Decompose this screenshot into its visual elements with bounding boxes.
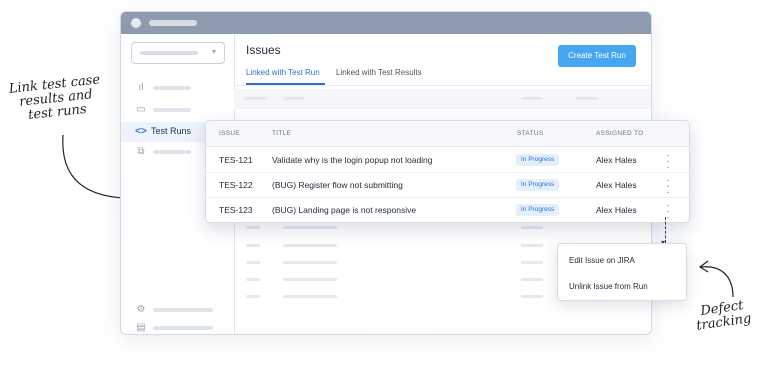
placeholder-line [246, 295, 260, 298]
sidebar-item-placeholder [153, 326, 213, 330]
issue-id[interactable]: TES-122 [219, 180, 253, 190]
project-select[interactable]: ▾ [131, 42, 225, 64]
row-action-menu: Edit Issue on JIRA Unlink Issue from Run [557, 243, 687, 301]
issue-title[interactable]: Validate why is the login popup not load… [272, 155, 433, 165]
title-bar [121, 12, 651, 34]
select-placeholder [140, 51, 198, 55]
menu-item-unlink-issue[interactable]: Unlink Issue from Run [569, 282, 648, 291]
placeholder-line [283, 278, 337, 281]
assignee: Alex Hales [596, 155, 637, 165]
gear-icon: ⚙ [136, 304, 146, 315]
table-row[interactable]: TES-122 (BUG) Register flow not submitti… [206, 173, 689, 198]
annotation-arrow-right [698, 260, 734, 298]
create-test-run-button[interactable]: Create Test Run [558, 45, 636, 67]
placeholder-line [283, 97, 305, 100]
placeholder-line [246, 244, 260, 247]
column-header-assigned-to[interactable]: ASSIGNED TO [596, 130, 644, 137]
bar-chart-icon: ıl [138, 82, 144, 93]
sidebar-item-settings[interactable]: ⚙ [121, 300, 234, 320]
folder-icon: ▭ [136, 104, 146, 115]
sidebar-item-label: Test Runs [151, 126, 192, 136]
sidebar-item-placeholder [153, 108, 191, 112]
placeholder-line [246, 226, 260, 229]
clipboard-icon: ▤ [136, 322, 146, 333]
table-row[interactable]: TES-121 Validate why is the login popup … [206, 148, 689, 173]
table-header: ISSUE TITLE STATUS ASSIGNED TO [206, 121, 689, 147]
menu-connector-line [665, 217, 666, 243]
placeholder-line [521, 261, 543, 264]
sidebar-item-placeholder [153, 150, 191, 154]
issue-title[interactable]: (BUG) Landing page is not responsive [272, 205, 416, 215]
sidebar-item-dashboard[interactable]: ıl [121, 78, 234, 98]
issues-table: ISSUE TITLE STATUS ASSIGNED TO TES-121 V… [205, 120, 690, 223]
issue-id[interactable]: TES-123 [219, 205, 253, 215]
placeholder-line [283, 244, 337, 247]
assignee: Alex Hales [596, 205, 637, 215]
column-header-status[interactable]: STATUS [517, 130, 543, 137]
sidebar-item-placeholder [153, 308, 213, 312]
placeholder-line [283, 261, 337, 264]
placeholder-line [521, 226, 543, 229]
placeholder-line [244, 97, 266, 100]
page-title: Issues [246, 43, 281, 57]
window-dot [131, 18, 141, 28]
placeholder-line [283, 295, 337, 298]
assignee: Alex Hales [596, 180, 637, 190]
column-header-title[interactable]: TITLE [272, 130, 291, 137]
sidebar-item-placeholder [153, 86, 191, 90]
copy-icon: ⧉ [137, 146, 145, 157]
placeholder-line [521, 244, 543, 247]
sidebar-item-clipboard[interactable]: ▤ [121, 318, 234, 334]
placeholder-line [246, 261, 260, 264]
more-options-icon[interactable]: · · · [665, 151, 671, 173]
sidebar-item-folders[interactable]: ▭ [121, 100, 234, 120]
issue-title[interactable]: (BUG) Register flow not submitting [272, 180, 403, 190]
table-row[interactable]: TES-123 (BUG) Landing page is not respon… [206, 198, 689, 223]
placeholder-line [246, 278, 260, 281]
tab-linked-test-run[interactable]: Linked with Test Run [246, 68, 320, 77]
issue-id[interactable]: TES-121 [219, 155, 253, 165]
status-badge: In Progress [516, 154, 560, 166]
placeholder-line [283, 226, 337, 229]
placeholder-line [576, 97, 598, 100]
status-badge: In Progress [516, 204, 560, 216]
chevron-down-icon: ▾ [211, 47, 216, 56]
placeholder-line [521, 278, 543, 281]
tabs-divider [234, 85, 651, 86]
code-icon: <> [135, 126, 147, 137]
more-options-icon[interactable]: · · · [665, 176, 671, 198]
placeholder-line [521, 97, 543, 100]
title-placeholder [149, 20, 197, 26]
status-badge: In Progress [516, 179, 560, 191]
menu-item-edit-jira[interactable]: Edit Issue on JIRA [569, 256, 635, 265]
tab-linked-test-results[interactable]: Linked with Test Results [336, 68, 422, 77]
placeholder-line [521, 295, 543, 298]
column-header-issue[interactable]: ISSUE [219, 130, 240, 137]
